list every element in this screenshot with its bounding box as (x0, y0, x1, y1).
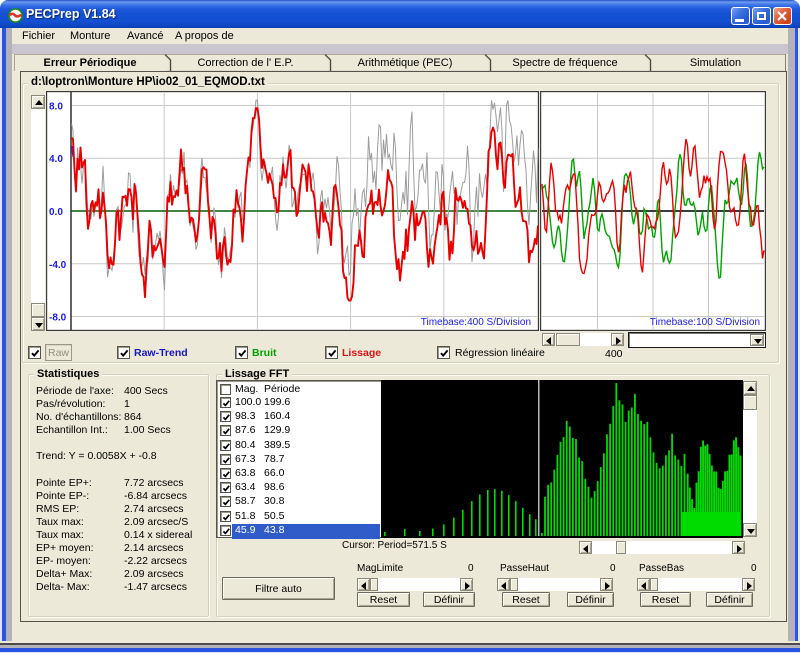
svg-text:8.0: 8.0 (49, 102, 63, 113)
svg-text:0.0: 0.0 (49, 207, 63, 218)
svg-text:4.0: 4.0 (49, 154, 63, 165)
svg-text:Timebase:100 S/Division: Timebase:100 S/Division (650, 317, 760, 328)
svg-text:-8.0: -8.0 (49, 313, 67, 324)
svg-text:-4.0: -4.0 (49, 260, 67, 271)
svg-text:Timebase:400 S/Division: Timebase:400 S/Division (421, 317, 531, 328)
